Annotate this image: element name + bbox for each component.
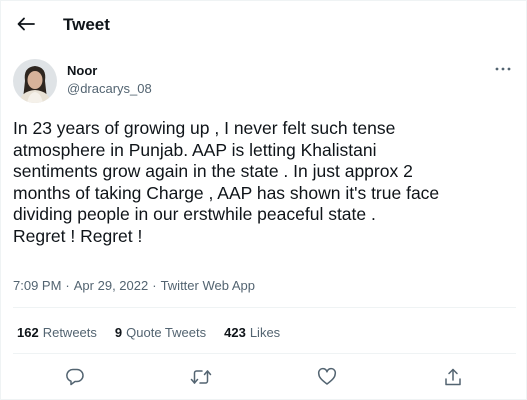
arrow-left-icon <box>17 17 35 31</box>
back-button[interactable] <box>15 13 37 35</box>
quotes-stat[interactable]: 9 Quote Tweets <box>115 325 206 340</box>
page-title: Tweet <box>63 15 110 34</box>
tweet-stats: 162 Retweets 9 Quote Tweets 423 Likes <box>17 325 280 340</box>
likes-label: Likes <box>249 325 281 340</box>
tweet-date[interactable]: Apr 29, 2022 <box>74 278 148 293</box>
avatar[interactable] <box>13 59 57 103</box>
header: Tweet <box>1 1 526 51</box>
divider <box>13 353 516 354</box>
tweet-page: Tweet Noor @dracarys_08 In 23 years of g… <box>0 0 527 400</box>
author-name[interactable]: Noor <box>67 63 97 78</box>
quotes-count: 9 <box>114 325 123 340</box>
like-button[interactable] <box>315 365 339 389</box>
retweets-label: Retweets <box>42 325 97 340</box>
tweet-source[interactable]: Twitter Web App <box>161 278 255 293</box>
author-handle[interactable]: @dracarys_08 <box>67 81 152 96</box>
likes-count: 423 <box>224 325 246 340</box>
reply-button[interactable] <box>63 365 87 389</box>
retweet-button[interactable] <box>189 365 213 389</box>
retweets-count: 162 <box>17 325 39 340</box>
retweet-icon <box>190 370 212 384</box>
meta-separator: · <box>152 278 157 293</box>
tweet-time[interactable]: 7:09 PM <box>13 278 61 293</box>
more-horizontal-icon <box>495 67 511 71</box>
share-icon <box>445 368 461 386</box>
share-button[interactable] <box>441 365 465 389</box>
tweet-meta: 7:09 PM · Apr 29, 2022 · Twitter Web App <box>13 278 255 293</box>
more-button[interactable] <box>494 63 512 75</box>
action-bar <box>1 365 526 391</box>
retweets-stat[interactable]: 162 Retweets <box>17 325 97 340</box>
heart-icon <box>317 367 337 385</box>
avatar-image <box>13 59 57 103</box>
tweet-text: In 23 years of growing up , I never felt… <box>13 118 440 246</box>
quotes-label: Quote Tweets <box>126 325 207 340</box>
reply-icon <box>66 368 84 386</box>
likes-stat[interactable]: 423 Likes <box>224 325 280 340</box>
meta-separator: · <box>65 278 70 293</box>
divider <box>13 307 516 308</box>
